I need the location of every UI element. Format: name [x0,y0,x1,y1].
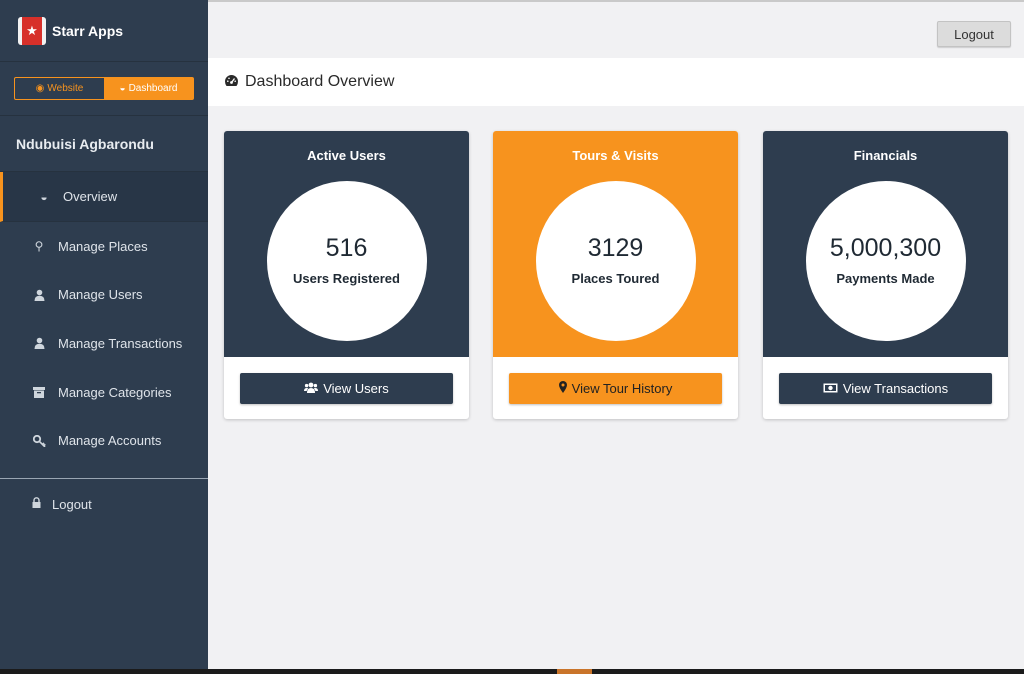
website-toggle-button[interactable]: ◉ Website [15,78,104,99]
dashboard-icon [224,74,239,90]
sidebar-item-manage-transactions[interactable]: Manage Transactions [0,319,208,368]
sidebar: ★ Starr Apps ◉ Website ◒ Dashboard Ndubu… [0,0,208,669]
brand[interactable]: ★ Starr Apps [0,0,208,62]
card-title: Financials [853,148,918,163]
user-name: Ndubuisi Agbarondu [0,116,208,172]
view-tour-history-button[interactable]: View Tour History [509,373,722,404]
stat-caption: Places Toured [571,271,660,286]
sidebar-item-manage-accounts[interactable]: Manage Accounts [0,416,208,465]
stat-caption: Payments Made [836,271,935,286]
globe-icon: ◉ [35,83,45,94]
sidebar-item-manage-places[interactable]: ⚲ Manage Places [0,222,208,271]
view-toggle: ◉ Website ◒ Dashboard [14,77,194,100]
financials-card: Financials 5,000,300 Payments Made View … [763,131,1008,419]
page-title: Dashboard Overview [245,73,395,90]
view-users-button[interactable]: View Users [240,373,453,404]
sidebar-item-manage-users[interactable]: Manage Users [0,271,208,320]
stat-value: 516 [325,234,368,262]
map-marker-icon [558,381,567,396]
sidebar-item-label: Manage Places [58,238,148,254]
card-title: Tours & Visits [572,148,659,163]
card-header: Active Users 516 Users Registered [224,131,469,357]
dashboard-icon: ◒ [119,83,126,94]
dashboard-icon: ◒ [40,189,48,204]
stat-value: 5,000,300 [829,234,942,262]
brand-name: Starr Apps [52,22,124,39]
map-marker-icon: ⚲ [34,239,44,254]
key-icon [32,434,46,447]
user-icon [32,337,46,350]
active-users-card: Active Users 516 Users Registered View U… [224,131,469,419]
taskbar-strip [0,669,1024,674]
user-icon [32,289,46,301]
sidebar-item-label: Manage Categories [58,384,172,400]
stat-circle: 5,000,300 Payments Made [805,181,966,341]
view-transactions-button[interactable]: View Transactions [779,373,992,404]
stat-value: 3129 [587,234,644,262]
sidebar-item-overview[interactable]: ◒ Overview [0,172,208,222]
sidebar-item-label: Manage Accounts [58,433,162,449]
card-title: Active Users [307,148,386,163]
button-label: View Tour History [571,381,673,396]
stat-caption: Users Registered [293,271,400,286]
sidebar-item-label: Overview [63,189,118,204]
button-label: View Transactions [842,381,949,396]
logout-button[interactable]: Logout [937,21,1011,47]
money-icon [823,381,838,396]
stat-circle: 3129 Places Toured [535,181,696,341]
dashboard-toggle-button[interactable]: ◒ Dashboard [104,78,193,99]
archive-icon [32,386,46,398]
website-toggle-label: Website [47,83,84,94]
sidebar-item-label: Manage Users [58,287,143,303]
sidebar-item-label: Manage Transactions [58,335,183,351]
card-header: Financials 5,000,300 Payments Made [763,131,1008,357]
users-icon [304,381,319,396]
card-header: Tours & Visits 3129 Places Toured [493,131,738,357]
sidebar-logout-link[interactable]: Logout [0,488,208,520]
sidebar-divider [0,478,208,479]
button-label: View Users [323,381,389,396]
sidebar-item-manage-categories[interactable]: Manage Categories [0,368,208,417]
dashboard-toggle-label: Dashboard [128,83,178,94]
taskbar-indicator [557,669,592,674]
lock-icon [32,497,42,511]
star-icon: ★ [18,16,46,45]
top-bar: Logout [208,0,1024,58]
page-title-bar: Dashboard Overview [208,58,1024,106]
view-toggle-wrap: ◉ Website ◒ Dashboard [0,62,208,116]
sidebar-logout-label: Logout [52,496,92,512]
stat-circle: 516 Users Registered [266,181,427,341]
tours-visits-card: Tours & Visits 3129 Places Toured View T… [493,131,738,419]
